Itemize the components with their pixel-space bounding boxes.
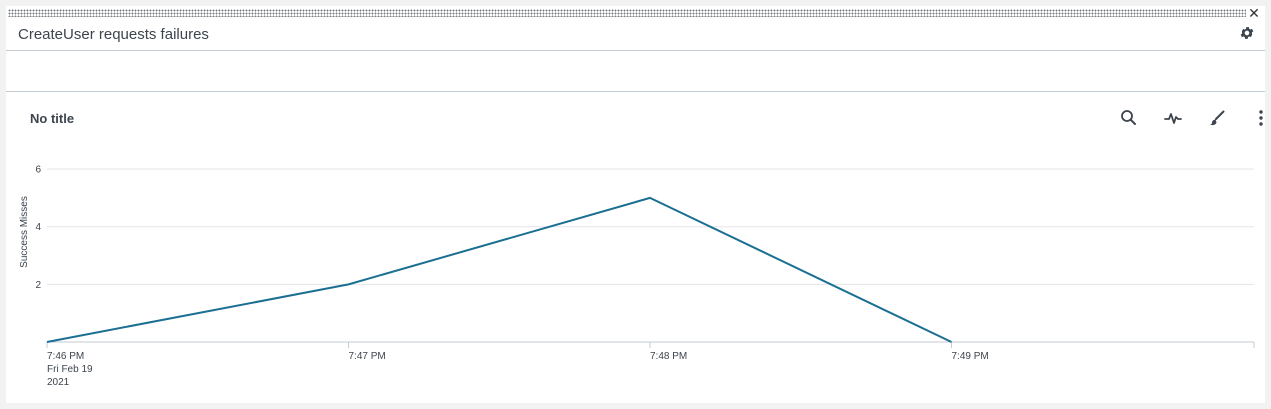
search-icon[interactable] bbox=[1119, 108, 1139, 128]
line-chart[interactable]: 2 4 6 7:46 PM 7:47 PM 7:48 PM 7:49 PM Fri Feb 1… bbox=[6, 146, 1265, 403]
y-tick-label: 4 bbox=[35, 222, 41, 233]
x-tick-label-date: Fri Feb 19 bbox=[47, 364, 93, 375]
visualization-title: No title bbox=[30, 111, 75, 126]
drag-handle[interactable] bbox=[8, 9, 1246, 17]
x-tick-label-date: 2021 bbox=[47, 377, 70, 388]
x-tick-label: 7:47 PM bbox=[349, 351, 386, 362]
x-tick-label: 7:46 PM bbox=[47, 351, 84, 362]
close-icon[interactable]: ✕ bbox=[1247, 6, 1261, 20]
data-point bbox=[346, 282, 351, 287]
x-tick-label: 7:49 PM bbox=[952, 351, 989, 362]
panel-description-row bbox=[6, 51, 1265, 92]
brush-icon[interactable] bbox=[1207, 108, 1227, 128]
y-tick-label: 6 bbox=[35, 165, 41, 176]
data-point bbox=[45, 340, 50, 345]
panel-title: CreateUser requests failures bbox=[18, 26, 209, 43]
pulse-icon[interactable] bbox=[1163, 108, 1183, 128]
visualization-header: No title bbox=[6, 92, 1265, 142]
y-axis-title: Success Misses bbox=[19, 196, 30, 268]
panel-header: CreateUser requests failures bbox=[6, 20, 1265, 51]
series-line bbox=[46, 196, 952, 343]
more-vertical-icon[interactable] bbox=[1251, 108, 1271, 128]
x-tick-label: 7:48 PM bbox=[650, 351, 687, 362]
data-point bbox=[949, 340, 954, 345]
dashboard-panel: ✕ CreateUser requests failures No title bbox=[6, 6, 1265, 403]
y-tick-label: 2 bbox=[35, 280, 41, 291]
gear-icon[interactable] bbox=[1239, 25, 1255, 41]
data-point bbox=[648, 195, 653, 200]
